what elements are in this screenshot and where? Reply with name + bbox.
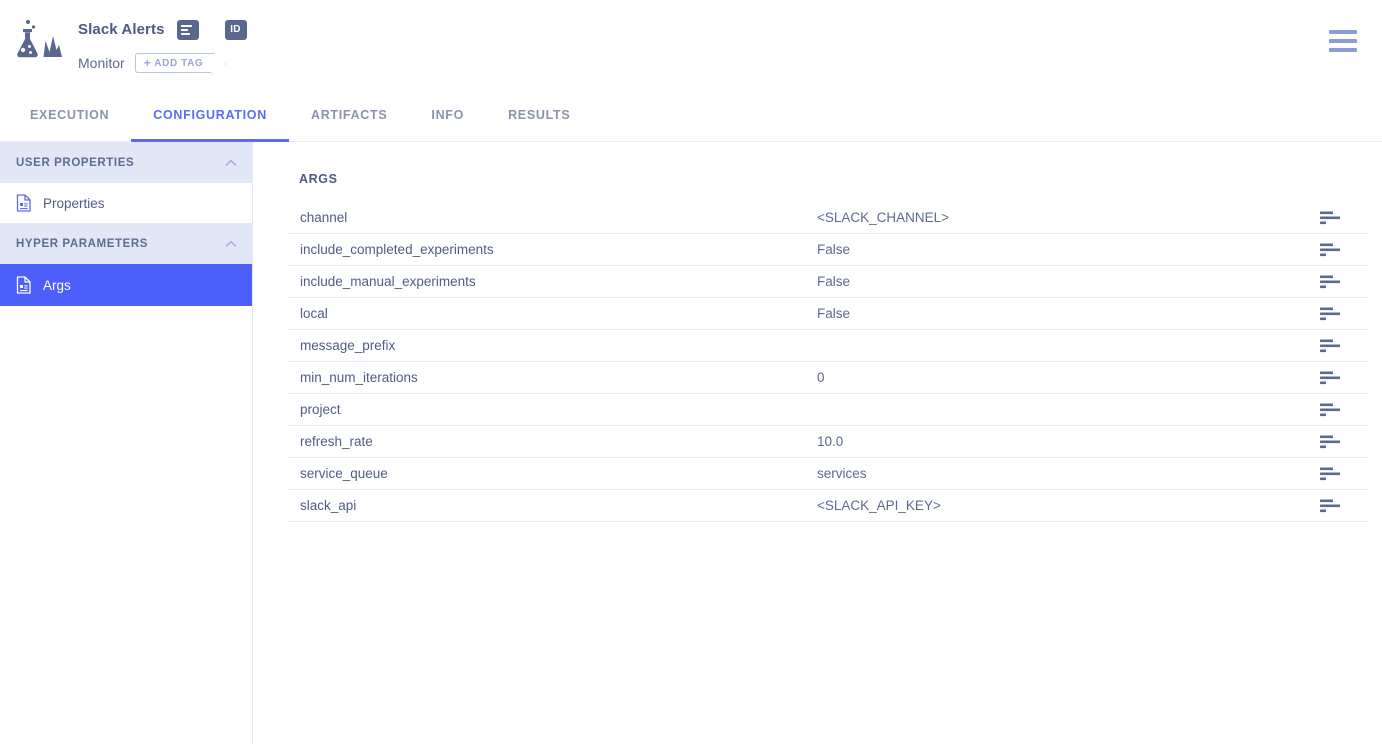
arg-name: local (300, 306, 328, 321)
arg-value: False (817, 242, 851, 257)
sidebar-item-args-label: Args (43, 277, 71, 293)
task-title-block: Slack Alerts ID Monitor + ADD TAG (78, 18, 247, 74)
table-row: include_manual_experiments False (289, 266, 1369, 298)
tab-execution[interactable]: EXECUTION (8, 88, 131, 142)
sidebar-section-hyper-parameters[interactable]: HYPER PARAMETERS (0, 223, 252, 264)
description-icon (1320, 435, 1340, 448)
tab-info[interactable]: INFO (409, 88, 486, 142)
arg-value: <SLACK_CHANNEL> (817, 210, 950, 225)
arg-value: services (817, 466, 867, 481)
arg-value: <SLACK_API_KEY> (817, 498, 941, 513)
menu-button[interactable] (1329, 30, 1357, 52)
clearml-logo (10, 16, 66, 68)
table-row: local False (289, 298, 1369, 330)
arg-description-button[interactable] (1313, 403, 1341, 417)
arg-description-button[interactable] (1313, 371, 1341, 385)
task-details-page: Slack Alerts ID Monitor + ADD TAG EXECUT… (0, 0, 1382, 744)
description-button[interactable] (176, 20, 199, 40)
arg-description-button[interactable] (1313, 339, 1341, 353)
arg-name: project (300, 402, 341, 417)
page-header: Slack Alerts ID Monitor + ADD TAG (0, 0, 1382, 88)
description-icon (1320, 307, 1340, 320)
arg-name: include_manual_experiments (300, 274, 476, 289)
sidebar-section-user-properties[interactable]: USER PROPERTIES (0, 142, 252, 183)
tab-configuration[interactable]: CONFIGURATION (131, 88, 289, 143)
arg-description-button[interactable] (1313, 211, 1341, 225)
tab-configuration-label: CONFIGURATION (153, 107, 267, 122)
tab-results-label: RESULTS (508, 107, 571, 122)
tab-results[interactable]: RESULTS (486, 88, 592, 142)
arg-name: refresh_rate (300, 434, 373, 449)
task-type-label: Monitor (78, 55, 125, 71)
arg-description-button[interactable] (1313, 499, 1341, 513)
description-icon (1320, 275, 1340, 288)
table-row: service_queue services (289, 458, 1369, 490)
add-tag-label: ADD TAG (154, 57, 204, 69)
chevron-up-icon (225, 159, 237, 166)
configuration-sidebar: USER PROPERTIES Properties HYPER PARAMET… (0, 142, 253, 744)
table-row: channel <SLACK_CHANNEL> (289, 202, 1369, 234)
arg-name: channel (300, 210, 348, 225)
chevron-up-icon (225, 240, 237, 247)
description-icon (1320, 371, 1340, 384)
tab-artifacts-label: ARTIFACTS (310, 107, 388, 122)
description-icon (1320, 467, 1340, 480)
arg-value: 0 (817, 370, 825, 385)
hamburger-bar-1 (1329, 30, 1357, 34)
page-title: Slack Alerts (78, 21, 165, 38)
arg-name: message_prefix (300, 338, 396, 353)
hamburger-bar-2 (1329, 39, 1357, 43)
arg-description-button[interactable] (1313, 467, 1341, 481)
plus-icon: + (143, 56, 152, 70)
description-icon (1320, 339, 1340, 352)
args-table: channel <SLACK_CHANNEL> include_complete… (289, 202, 1369, 522)
arg-value: False (817, 306, 851, 321)
description-icon (181, 24, 193, 35)
sidebar-section-user-properties-label: USER PROPERTIES (16, 156, 135, 169)
table-row: message_prefix (289, 330, 1369, 362)
arg-name: service_queue (300, 466, 388, 481)
sidebar-section-hyper-parameters-label: HYPER PARAMETERS (16, 237, 149, 250)
sidebar-item-args[interactable]: Args (0, 264, 252, 306)
document-icon (16, 194, 31, 212)
arg-value: 10.0 (817, 434, 844, 449)
description-icon (1320, 243, 1340, 256)
arg-value: False (817, 274, 851, 289)
document-icon (16, 276, 31, 294)
arg-name: min_num_iterations (300, 370, 418, 385)
page-body: USER PROPERTIES Properties HYPER PARAMET… (0, 142, 1382, 744)
table-row: slack_api <SLACK_API_KEY> (289, 490, 1369, 522)
add-tag-button[interactable]: + ADD TAG (134, 53, 216, 73)
sidebar-item-properties-label: Properties (43, 195, 105, 211)
arg-name: slack_api (300, 498, 357, 513)
task-id-label: ID (230, 24, 241, 35)
arg-description-button[interactable] (1313, 435, 1341, 449)
table-row: refresh_rate 10.0 (289, 426, 1369, 458)
task-id-button[interactable]: ID (224, 20, 247, 40)
arg-description-button[interactable] (1313, 307, 1341, 321)
task-tabs: EXECUTION CONFIGURATION ARTIFACTS INFO R… (0, 88, 1382, 143)
tab-info-label: INFO (431, 107, 465, 122)
tab-execution-label: EXECUTION (30, 107, 110, 122)
table-row: min_num_iterations 0 (289, 362, 1369, 394)
hamburger-bar-3 (1329, 48, 1357, 52)
tab-artifacts[interactable]: ARTIFACTS (289, 88, 409, 142)
task-title-row: Slack Alerts ID (78, 18, 247, 42)
sidebar-item-properties[interactable]: Properties (0, 183, 252, 223)
flask-chart-logo-icon (17, 20, 62, 58)
arg-name: include_completed_experiments (300, 242, 494, 257)
table-row: include_completed_experiments False (289, 234, 1369, 266)
arg-description-button[interactable] (1313, 275, 1341, 289)
section-title: ARGS (299, 172, 338, 186)
configuration-main: ARGS channel <SLACK_CHANNEL> include_com (253, 142, 1382, 744)
description-icon (1320, 403, 1340, 416)
arg-description-button[interactable] (1313, 243, 1341, 257)
table-row: project (289, 394, 1369, 426)
description-icon (1320, 499, 1340, 512)
task-subtitle-row: Monitor + ADD TAG (78, 52, 247, 74)
description-icon (1320, 211, 1340, 224)
